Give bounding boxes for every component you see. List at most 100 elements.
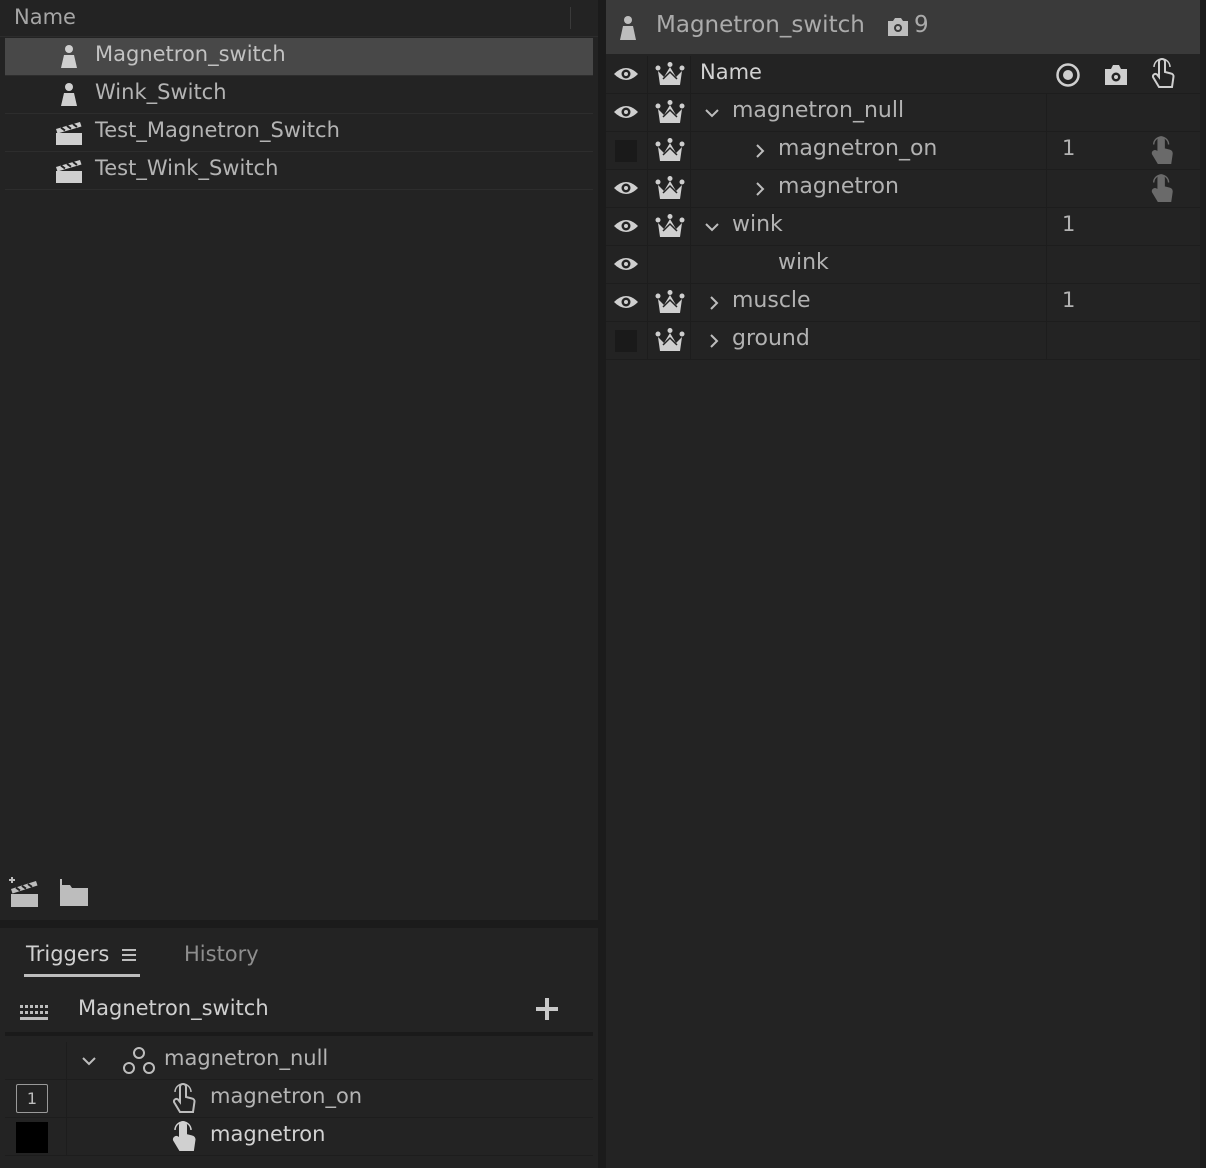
eye-icon — [612, 216, 640, 236]
visibility-toggle[interactable] — [606, 94, 648, 131]
trigger-color-swatch[interactable] — [16, 1122, 48, 1153]
trigger-key-cell[interactable] — [5, 1118, 67, 1155]
swap-set-icon — [121, 1046, 157, 1076]
crown-icon — [655, 138, 685, 164]
trigger-label: magnetron — [210, 1122, 326, 1146]
independence-column-header[interactable] — [649, 56, 691, 93]
layer-row-magnetron-null[interactable]: magnetron_null — [606, 94, 1200, 132]
keyboard-icon[interactable] — [18, 1002, 50, 1024]
divider — [5, 1032, 593, 1036]
tab-history[interactable]: History — [184, 942, 259, 966]
project-column-header[interactable]: Name — [0, 0, 598, 37]
independence-toggle[interactable] — [649, 246, 691, 283]
trigger-key-cell[interactable] — [5, 1042, 67, 1079]
project-item-test-wink-switch[interactable]: Test_Wink_Switch — [5, 152, 593, 190]
project-item-test-magnetron-switch[interactable]: Test_Magnetron_Switch — [5, 114, 593, 152]
name-column-header[interactable]: Name — [692, 56, 1047, 93]
tab-triggers[interactable]: Triggers — [26, 942, 109, 966]
chevron-down-icon[interactable] — [704, 105, 720, 121]
project-item-wink-switch[interactable]: Wink_Switch — [5, 76, 593, 114]
independence-toggle[interactable] — [649, 322, 691, 359]
trigger-puppet-name: Magnetron_switch — [78, 996, 269, 1020]
visibility-toggle[interactable] — [606, 246, 648, 283]
layer-row-magnetron[interactable]: magnetron — [606, 170, 1200, 208]
chevron-right-icon[interactable] — [706, 295, 722, 311]
trigger-row-magnetron-on[interactable]: 1 magnetron_on — [5, 1080, 593, 1118]
project-item-magnetron-switch[interactable]: Magnetron_switch — [5, 38, 593, 76]
puppet-icon — [618, 14, 638, 42]
layer-name-cell[interactable]: magnetron_null — [692, 94, 1047, 131]
new-folder-icon[interactable] — [58, 877, 90, 909]
eye-icon — [612, 292, 640, 312]
layer-name-cell[interactable]: magnetron — [692, 170, 1047, 207]
trigger-row-magnetron-null[interactable]: magnetron_null — [5, 1042, 593, 1080]
layer-list-header: Name — [606, 56, 1200, 94]
puppet-titlebar: Magnetron_switch 9 — [606, 0, 1200, 54]
visibility-toggle[interactable] — [606, 284, 648, 321]
chevron-right-icon[interactable] — [752, 143, 768, 159]
independence-toggle[interactable] — [649, 132, 691, 169]
hidden-visibility-box[interactable] — [615, 330, 637, 352]
chevron-right-icon[interactable] — [706, 333, 722, 349]
layer-name-cell[interactable]: muscle — [692, 284, 1047, 321]
trigger-puppet-header: Magnetron_switch — [0, 990, 598, 1034]
crown-icon — [655, 290, 685, 316]
layer-label: wink — [732, 212, 783, 237]
crown-icon — [655, 328, 685, 354]
crown-icon — [655, 100, 685, 126]
layer-value: 1 — [1062, 212, 1076, 236]
puppet-title: Magnetron_switch — [656, 12, 865, 38]
behavior-camera-icon[interactable] — [1103, 62, 1129, 88]
trigger-hand-icon — [171, 1121, 199, 1153]
visibility-column-header[interactable] — [606, 56, 648, 93]
chevron-down-icon[interactable] — [81, 1053, 97, 1069]
independence-toggle[interactable] — [649, 284, 691, 321]
trigger-hand-icon[interactable] — [1150, 136, 1176, 166]
add-trigger-button[interactable] — [532, 994, 562, 1024]
chevron-down-icon[interactable] — [704, 219, 720, 235]
eye-icon — [612, 178, 640, 198]
puppet-panel: Magnetron_switch 9 Name magnetron_null m… — [606, 0, 1200, 1168]
name-column-label: Name — [14, 5, 76, 29]
layer-value: 1 — [1062, 288, 1076, 312]
layer-label: wink — [778, 250, 829, 275]
layer-name-cell[interactable]: wink — [692, 208, 1047, 245]
independence-toggle[interactable] — [649, 170, 691, 207]
column-divider[interactable] — [570, 7, 571, 29]
scene-clapperboard-icon — [54, 120, 84, 146]
trigger-row-magnetron[interactable]: magnetron — [5, 1118, 593, 1156]
layer-row-muscle[interactable]: muscle 1 — [606, 284, 1200, 322]
layer-value: 1 — [1062, 136, 1076, 160]
behavior-count: 9 — [914, 12, 929, 38]
visibility-toggle[interactable] — [606, 132, 648, 169]
visibility-toggle[interactable] — [606, 170, 648, 207]
project-item-label: Test_Magnetron_Switch — [95, 118, 340, 142]
trigger-key-badge[interactable]: 1 — [16, 1084, 48, 1113]
layer-label: magnetron_null — [732, 98, 905, 123]
layer-row-magnetron-on[interactable]: magnetron_on 1 — [606, 132, 1200, 170]
visibility-toggle[interactable] — [606, 208, 648, 245]
layer-row-ground[interactable]: ground — [606, 322, 1200, 360]
independence-toggle[interactable] — [649, 94, 691, 131]
project-item-label: Magnetron_switch — [95, 42, 286, 66]
hidden-visibility-box[interactable] — [615, 140, 637, 162]
project-panel: Name Magnetron_switch Wink_Switch Test_M… — [0, 0, 598, 920]
origin-target-icon[interactable] — [1055, 62, 1081, 88]
trigger-key-cell[interactable]: 1 — [5, 1080, 67, 1117]
layer-name-cell[interactable]: wink — [692, 246, 1047, 283]
layer-row-wink[interactable]: wink 1 — [606, 208, 1200, 246]
layer-row-wink-child[interactable]: wink — [606, 246, 1200, 284]
puppet-icon — [54, 44, 84, 70]
visibility-toggle[interactable] — [606, 322, 648, 359]
layer-name-cell[interactable]: magnetron_on — [692, 132, 1047, 169]
layer-name-cell[interactable]: ground — [692, 322, 1047, 359]
name-column-label: Name — [700, 60, 762, 84]
trigger-hand-icon[interactable] — [1150, 174, 1176, 204]
behavior-camera-icon — [886, 16, 910, 38]
chevron-right-icon[interactable] — [752, 181, 768, 197]
panel-menu-icon[interactable] — [120, 946, 140, 964]
trigger-hand-icon[interactable] — [1150, 58, 1178, 90]
independence-toggle[interactable] — [649, 208, 691, 245]
trigger-hand-icon — [171, 1083, 199, 1115]
new-scene-icon[interactable] — [9, 877, 41, 909]
